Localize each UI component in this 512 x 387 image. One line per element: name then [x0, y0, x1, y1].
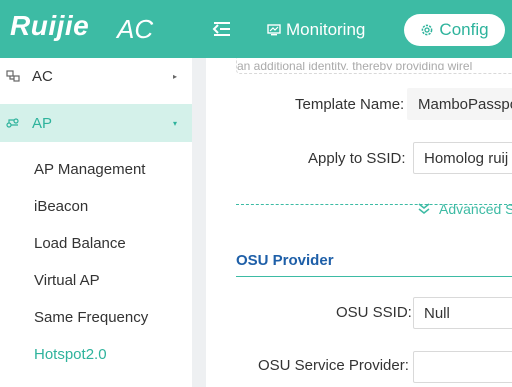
chevron-down-icon: ▾: [172, 118, 177, 128]
advanced-settings-toggle[interactable]: Advanced S: [417, 201, 512, 217]
menu-collapse-icon[interactable]: [212, 19, 232, 39]
apply-ssid-select[interactable]: Homolog ruij: [413, 142, 512, 174]
notice-box: an additional identity, thereby providin…: [236, 58, 512, 74]
template-name-field: MamboPasspo: [407, 88, 512, 120]
section-divider: [236, 276, 512, 277]
sidebar-item-ac[interactable]: AC ▸: [0, 58, 192, 94]
sidebar: AC ▸ AP ▾ AP Management iBeacon Load Bal…: [0, 58, 192, 387]
sidebar-divider: [192, 58, 206, 387]
sidebar-subitem-hotspot[interactable]: Hotspot2.0: [34, 346, 107, 363]
ap-icon: [6, 118, 19, 128]
ruijie-logo: Ruijie: [10, 10, 90, 41]
osu-ssid-label: OSU SSID:: [336, 304, 412, 321]
nav-monitoring-label: Monitoring: [286, 20, 366, 39]
chevron-right-icon: ▸: [172, 71, 177, 81]
sidebar-subitem-virtual-ap[interactable]: Virtual AP: [34, 272, 100, 289]
sidebar-item-ap[interactable]: AP ▾: [0, 104, 192, 142]
advanced-settings-label: Advanced S: [439, 201, 512, 217]
double-chevron-down-icon: [418, 203, 430, 214]
sidebar-item-label: AP: [32, 114, 53, 132]
main-content: an additional identity, thereby providin…: [206, 58, 512, 387]
osu-service-provider-label: OSU Service Provider:: [258, 357, 409, 374]
nav-config[interactable]: Config: [404, 14, 505, 46]
apply-ssid-label: Apply to SSID:: [308, 150, 406, 167]
osu-provider-title: OSU Provider: [236, 252, 334, 269]
osu-ssid-select[interactable]: Null: [413, 297, 512, 329]
ac-icon: [6, 70, 20, 82]
monitor-icon: [267, 24, 281, 36]
product-name: AC: [117, 14, 154, 44]
gear-icon: [422, 24, 433, 36]
sidebar-subitem-ap-management[interactable]: AP Management: [34, 161, 145, 178]
template-name-label: Template Name:: [295, 96, 405, 113]
sidebar-subitem-load-balance[interactable]: Load Balance: [34, 235, 126, 252]
osu-service-provider-select[interactable]: [413, 351, 512, 383]
nav-monitoring[interactable]: Monitoring: [267, 14, 365, 46]
nav-config-label: Config: [439, 20, 489, 39]
notice-text: an additional identity, thereby providin…: [237, 62, 473, 70]
sidebar-subitem-ibeacon[interactable]: iBeacon: [34, 198, 88, 215]
sidebar-subitem-same-frequency[interactable]: Same Frequency: [34, 309, 148, 326]
sidebar-item-label: AC: [32, 67, 53, 85]
top-header: Ruijie AC Monitoring Config: [0, 0, 512, 58]
